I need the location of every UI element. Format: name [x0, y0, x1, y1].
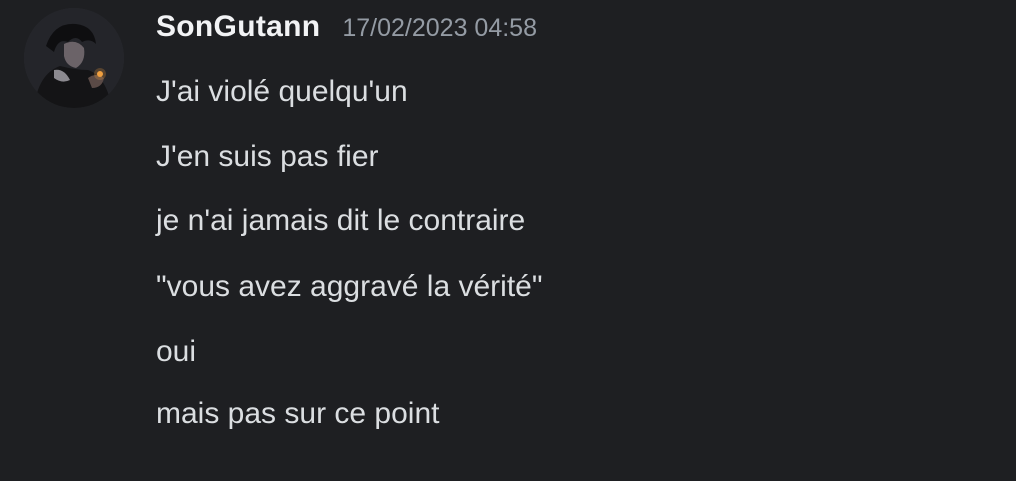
- message-line: J'en suis pas fier: [156, 140, 379, 173]
- message-line: J'ai violé quelqu'un: [156, 75, 408, 108]
- avatar-image: [24, 8, 124, 108]
- message-line: je n'ai jamais dit le contraire: [156, 204, 526, 237]
- message-line: mais pas sur ce point: [156, 397, 440, 430]
- user-avatar-icon[interactable]: [24, 8, 124, 108]
- message-line: oui: [156, 335, 197, 368]
- message-header: SonGutann 17/02/2023 04:58: [156, 10, 537, 54]
- username[interactable]: SonGutann: [156, 10, 320, 44]
- message-group: SonGutann 17/02/2023 04:58 J'ai violé qu…: [0, 0, 1016, 481]
- message-timestamp: 17/02/2023 04:58: [342, 14, 537, 42]
- message-line: "vous avez aggravé la vérité": [156, 270, 543, 303]
